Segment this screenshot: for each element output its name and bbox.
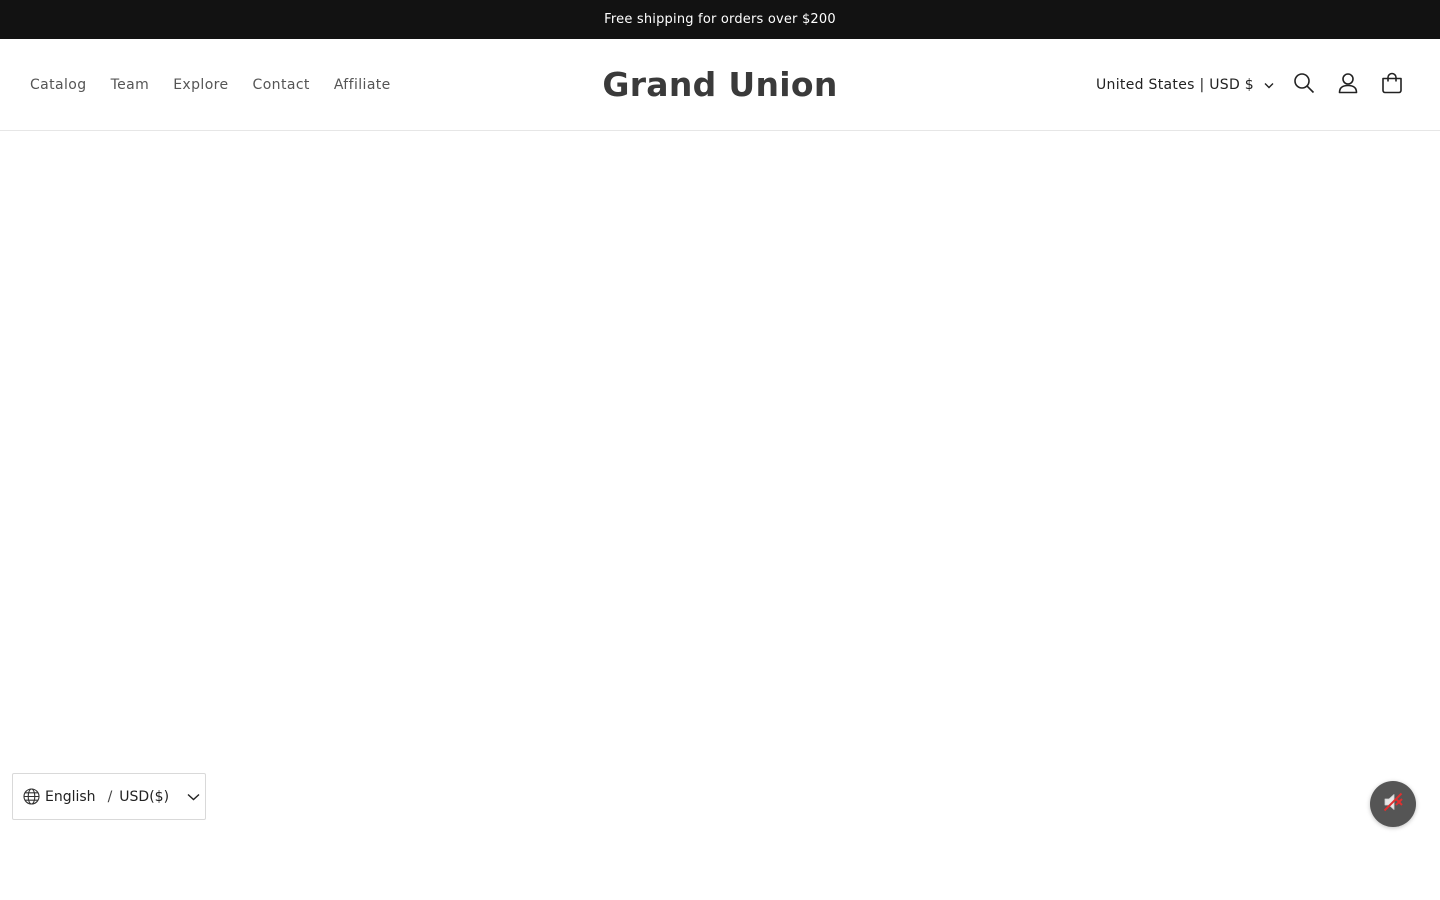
announcement-bar: Free shipping for orders over $200 [0, 0, 1440, 39]
mute-button[interactable] [1370, 781, 1416, 827]
speaker-muted-icon [1382, 791, 1404, 817]
cart-icon [1381, 72, 1403, 98]
language-label: English [45, 788, 96, 805]
header-actions: United States | USD $ [1096, 39, 1414, 130]
globe-icon [23, 788, 40, 805]
language-currency-selector[interactable]: English / USD($) [12, 773, 206, 820]
nav-item-contact[interactable]: Contact [241, 77, 322, 93]
nav-item-team[interactable]: Team [99, 77, 162, 93]
site-header: Catalog Team Explore Contact Affiliate G… [0, 39, 1440, 131]
cart-button[interactable] [1370, 63, 1414, 107]
country-selector-label: United States | USD $ [1096, 76, 1254, 93]
account-button[interactable] [1326, 63, 1370, 107]
brand-logo[interactable]: Grand Union [602, 65, 837, 104]
nav-item-affiliate[interactable]: Affiliate [322, 77, 403, 93]
nav-item-explore[interactable]: Explore [161, 77, 240, 93]
separator: / [107, 788, 113, 805]
chevron-down-icon [1264, 77, 1274, 93]
nav-item-catalog[interactable]: Catalog [18, 77, 99, 93]
announcement-text: Free shipping for orders over $200 [604, 12, 836, 27]
main-nav: Catalog Team Explore Contact Affiliate [18, 39, 403, 130]
search-icon [1293, 72, 1315, 98]
account-icon [1337, 72, 1359, 98]
search-button[interactable] [1282, 63, 1326, 107]
country-selector[interactable]: United States | USD $ [1096, 77, 1274, 93]
currency-label: USD($) [119, 788, 170, 805]
chevron-down-icon [187, 793, 200, 801]
